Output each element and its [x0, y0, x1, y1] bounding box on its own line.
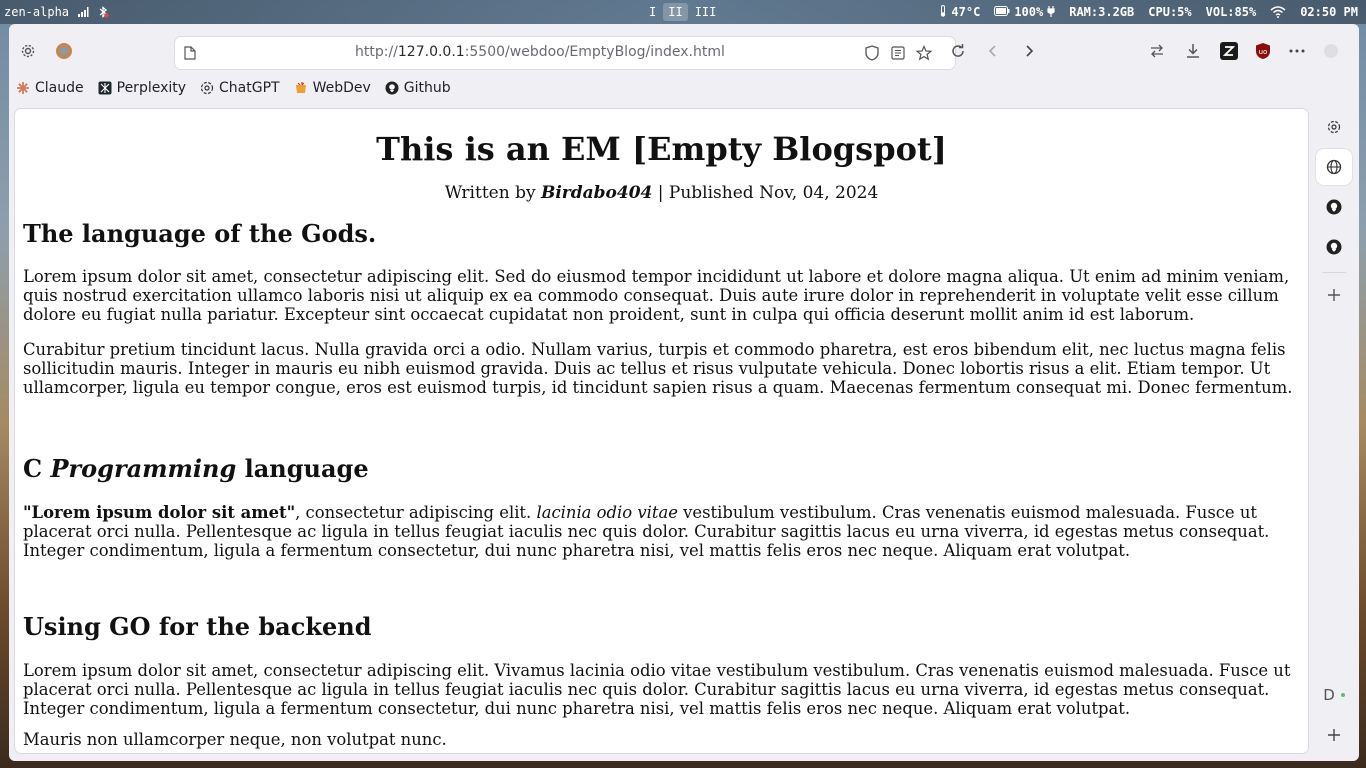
section-go-backend: Using GO for the backend Lorem ipsum dol… — [23, 612, 1300, 749]
paragraph-cut-off: Mauris non ullamcorper neque, non volutp… — [23, 730, 447, 749]
sidebar-github-icon[interactable] — [1316, 189, 1352, 225]
clock: 02:50 PM — [1300, 5, 1358, 19]
hostname-label: zen-alpha — [4, 5, 70, 19]
workspace-1[interactable]: I — [644, 3, 661, 21]
paragraph: Curabitur pretium tincidunt lacus. Nulla… — [23, 340, 1293, 397]
more-menu-icon[interactable] — [1286, 40, 1308, 62]
svg-text:uo: uo — [1259, 48, 1268, 56]
workspace-3[interactable]: III — [690, 3, 722, 21]
sidebar-new-tab-icon[interactable] — [1316, 717, 1352, 753]
ublock-icon[interactable]: uo — [1252, 40, 1274, 62]
battery-indicator: 100% — [994, 5, 1055, 20]
reload-icon[interactable] — [947, 40, 969, 62]
sidebar-workspace-letter[interactable]: D — [1316, 677, 1352, 713]
bookmark-claude[interactable]: Claude — [16, 80, 84, 96]
workspace-switcher: I II III — [644, 0, 721, 24]
wifi-icon[interactable] — [1270, 6, 1286, 18]
paragraph: Lorem ipsum dolor sit amet, consectetur … — [23, 267, 1290, 324]
battery-icon — [994, 5, 1010, 19]
page-icon — [181, 44, 199, 62]
paragraph: Lorem ipsum dolor sit amet, consectetur … — [23, 661, 1291, 718]
system-top-bar: zen-alpha I II III 47°C 100% RAM:3.2GB C… — [0, 0, 1366, 24]
sidebar-divider — [1322, 272, 1346, 273]
webdev-icon — [294, 81, 308, 95]
sidebar-globe-icon[interactable] — [1316, 149, 1352, 185]
bookmark-github[interactable]: Github — [385, 80, 451, 96]
thermometer-icon — [939, 4, 947, 20]
download-icon[interactable] — [1182, 40, 1204, 62]
temperature-indicator: 47°C — [939, 4, 980, 20]
workspace-2[interactable]: II — [663, 3, 688, 21]
sidebar-add-panel-icon[interactable] — [1316, 277, 1352, 313]
url-bar[interactable]: http://127.0.0.1:5500/webdoo/EmptyBlog/i… — [175, 37, 955, 69]
page-title: This is an EM [Empty Blogspot] — [376, 130, 947, 168]
section-heading: Using GO for the backend — [23, 612, 372, 641]
section-heading: C Programming language — [23, 454, 369, 483]
plug-icon — [1047, 5, 1055, 20]
sidebar-github-icon-2[interactable] — [1316, 229, 1352, 265]
back-arrow-icon[interactable] — [982, 40, 1004, 62]
reader-view-icon[interactable] — [889, 44, 907, 62]
signal-icon — [77, 6, 89, 18]
bookmark-star-icon[interactable] — [915, 44, 933, 62]
sync-arrows-icon[interactable] — [1146, 40, 1168, 62]
web-page: This is an EM [Empty Blogspot] Written b… — [15, 109, 1308, 753]
status-dot-icon — [1340, 693, 1345, 697]
section-heading: The language of the Gods. — [23, 219, 377, 248]
bookmarks-bar: Claude Perplexity ChatGPT WebDev Github — [9, 76, 451, 100]
profile-avatar-icon[interactable] — [1320, 40, 1342, 62]
bookmark-chatgpt[interactable]: ChatGPT — [200, 80, 280, 96]
cpu-indicator: CPU:5% — [1148, 5, 1192, 19]
settings-gear-icon[interactable] — [17, 40, 39, 62]
zen-extension-icon[interactable] — [1218, 40, 1240, 62]
section-c-programming: C Programming language "Lorem ipsum dolo… — [23, 454, 1300, 560]
claude-icon — [16, 81, 30, 95]
author-name: Birdabo404 — [540, 183, 653, 203]
ram-indicator: RAM:3.2GB — [1069, 5, 1135, 19]
section-language-of-gods: The language of the Gods. Lorem ipsum do… — [23, 219, 1300, 397]
volume-indicator[interactable]: VOL:85% — [1206, 5, 1257, 19]
extension-icon[interactable] — [53, 40, 75, 62]
paragraph: "Lorem ipsum dolor sit amet", consectetu… — [23, 503, 1270, 560]
github-icon — [385, 81, 399, 95]
browser-toolbar: http://127.0.0.1:5500/webdoo/EmptyBlog/i… — [9, 24, 1359, 80]
bold-quote: "Lorem ipsum dolor sit amet" — [23, 503, 296, 522]
url-text: http://127.0.0.1:5500/webdoo/EmptyBlog/i… — [355, 44, 725, 60]
byline: Written by Birdabo404 | Published Nov, 0… — [444, 183, 879, 203]
shield-icon[interactable] — [863, 44, 881, 62]
perplexity-icon — [98, 81, 112, 95]
bookmark-perplexity[interactable]: Perplexity — [98, 80, 186, 96]
browser-window: http://127.0.0.1:5500/webdoo/EmptyBlog/i… — [9, 24, 1359, 761]
chatgpt-icon — [200, 81, 214, 95]
forward-arrow-icon[interactable] — [1018, 40, 1040, 62]
browser-sidebar: D — [1314, 109, 1354, 759]
bookmark-webdev[interactable]: WebDev — [294, 80, 371, 96]
sidebar-chatgpt-icon[interactable] — [1316, 109, 1352, 145]
bluetooth-icon[interactable] — [97, 6, 109, 18]
